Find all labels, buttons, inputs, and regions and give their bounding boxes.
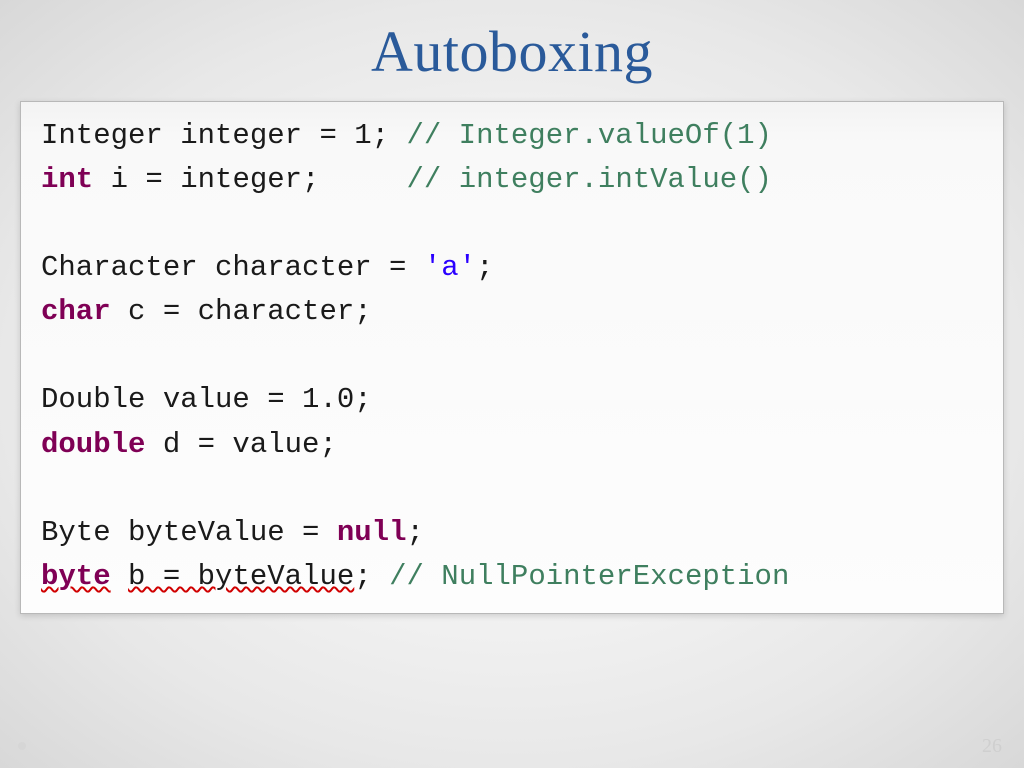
code-comment: // integer.intValue() [406,163,771,196]
code-block: Integer integer = 1; // Integer.valueOf(… [20,101,1004,614]
code-string: 'a' [424,251,476,284]
page-number: 26 [982,735,1002,758]
code-comment: // NullPointerException [389,560,789,593]
code-text: ; [406,516,423,549]
code-text: ; [476,251,493,284]
slide-title: Autoboxing [20,18,1004,85]
code-text: Byte byteValue = [41,516,337,549]
code-text: d = value; [145,428,336,461]
code-line: Byte byteValue = null; [41,516,424,549]
code-error: b = byteValue [128,560,354,593]
code-text: i = integer; [93,163,406,196]
code-text: Double value = 1.0; [41,383,372,416]
code-line: Character character = 'a'; [41,251,494,284]
code-keyword: byte [41,560,111,593]
slide: Autoboxing Integer integer = 1; // Integ… [0,0,1024,768]
code-line: Integer integer = 1; // Integer.valueOf(… [41,119,772,152]
code-keyword: double [41,428,145,461]
code-line: int i = integer; // integer.intValue() [41,163,772,196]
code-keyword: int [41,163,93,196]
code-line: char c = character; [41,295,372,328]
code-line: byte b = byteValue; // NullPointerExcept… [41,560,789,593]
code-text [111,560,128,593]
code-text: c = character; [111,295,372,328]
code-comment: // Integer.valueOf(1) [406,119,771,152]
code-line: double d = value; [41,428,337,461]
code-text: Integer integer = 1; [41,119,406,152]
code-text: ; [354,560,389,593]
bullet-icon [18,742,26,750]
code-text: Character character = [41,251,424,284]
code-keyword: char [41,295,111,328]
code-line: Double value = 1.0; [41,383,372,416]
code-keyword: null [337,516,407,549]
